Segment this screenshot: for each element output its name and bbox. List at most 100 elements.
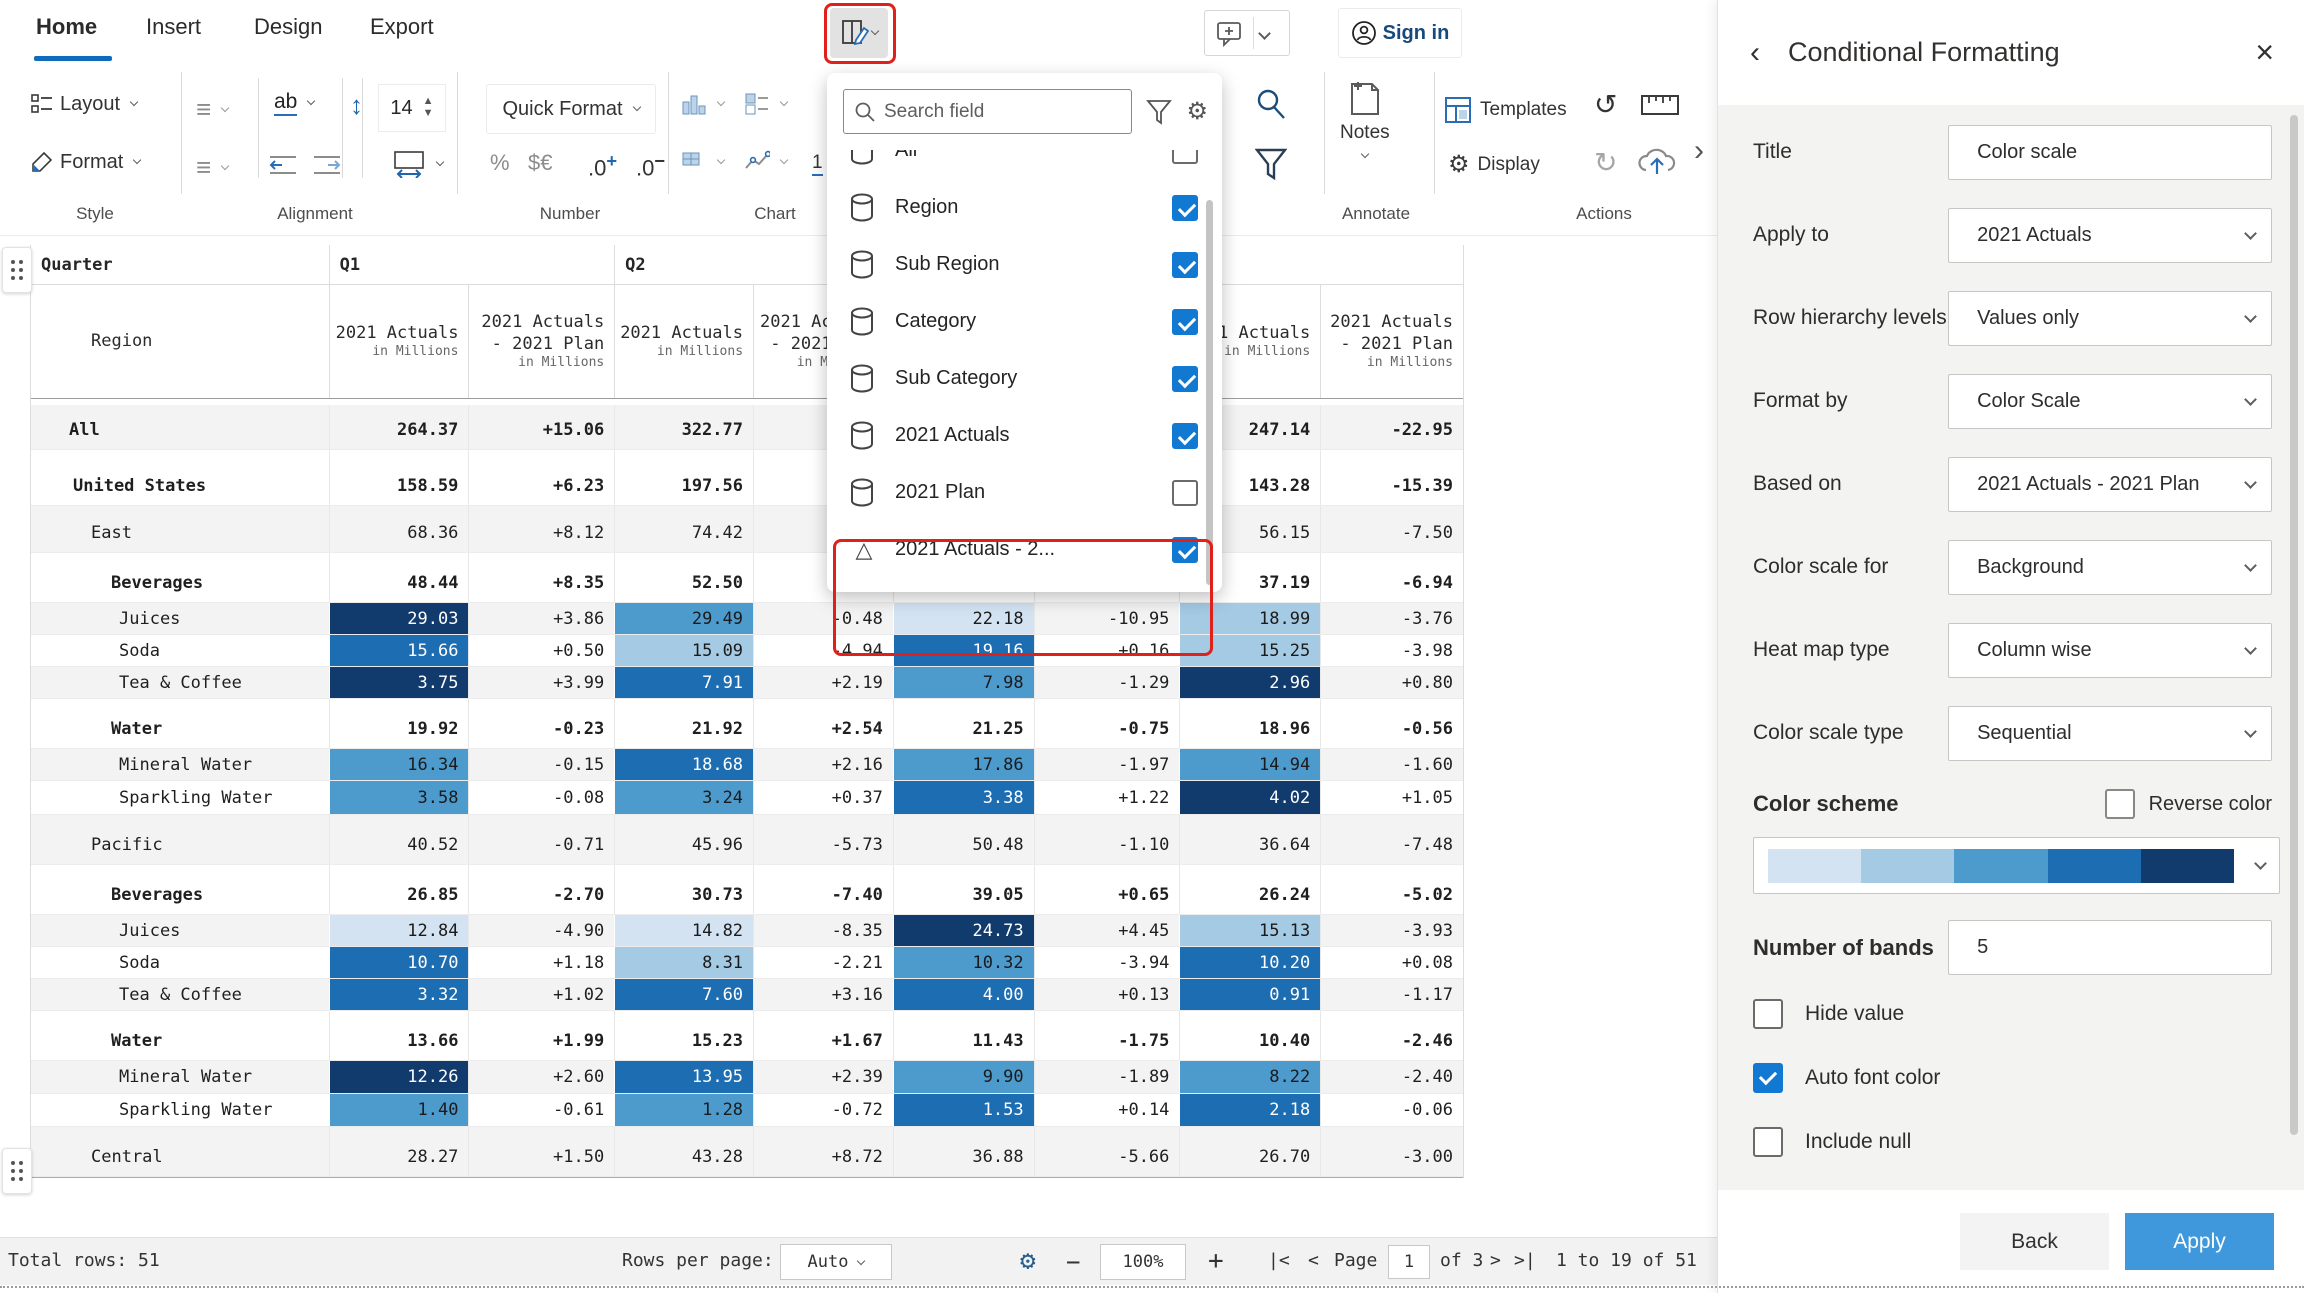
row-label[interactable]: Tea & Coffee	[31, 979, 329, 1010]
color-scale-type-select[interactable]: Sequential	[1948, 706, 2272, 761]
table-cell[interactable]: 7.91	[614, 667, 753, 698]
field-checkbox[interactable]	[1172, 537, 1198, 563]
increase-decimal-button[interactable]: .0+	[588, 150, 617, 181]
table-cell[interactable]: 10.70	[329, 947, 469, 978]
table-cell[interactable]: 8.22	[1179, 1061, 1320, 1093]
checkbox[interactable]	[1753, 1063, 1783, 1093]
table-cell[interactable]: 50.48	[893, 815, 1034, 864]
currency-format-button[interactable]: $€	[528, 150, 552, 176]
page-number-input[interactable]: 1	[1388, 1245, 1430, 1279]
row-label[interactable]: Beverages	[31, 865, 329, 914]
row-label[interactable]: Mineral Water	[31, 1061, 329, 1093]
color-scheme-select[interactable]	[1753, 837, 2280, 894]
table-cell[interactable]: 3.32	[329, 979, 469, 1010]
zoom-out-button[interactable]: −	[1066, 1248, 1080, 1276]
table-cell[interactable]: 26.85	[329, 865, 469, 914]
table-cell[interactable]: -4.94	[753, 635, 893, 666]
table-cell[interactable]: -0.72	[753, 1094, 893, 1126]
field-item-2021-plan[interactable]: 2021 Plan	[827, 464, 1222, 521]
bar-chart-button[interactable]	[681, 92, 724, 116]
reverse-color-checkbox[interactable]	[2105, 789, 2135, 819]
ruler-icon[interactable]	[1640, 92, 1680, 118]
table-cell[interactable]: -0.23	[468, 699, 614, 748]
table-cell[interactable]: -6.94	[1320, 553, 1463, 602]
tab-export[interactable]: Export	[370, 14, 434, 40]
table-cell[interactable]: -0.75	[1034, 699, 1180, 748]
table-cell[interactable]: 39.05	[893, 865, 1034, 914]
table-cell[interactable]: +6.23	[468, 450, 614, 505]
table-cell[interactable]: -5.66	[1034, 1127, 1180, 1176]
column-chart-button[interactable]	[744, 92, 787, 116]
table-cell[interactable]: 26.70	[1179, 1127, 1320, 1176]
checkbox[interactable]	[1753, 999, 1783, 1029]
table-cell[interactable]: 30.73	[614, 865, 753, 914]
table-cell[interactable]: 9.90	[893, 1061, 1034, 1093]
comment-dropdown-chevron[interactable]	[1258, 27, 1271, 40]
table-cell[interactable]: +0.65	[1034, 865, 1180, 914]
cloud-upload-icon[interactable]	[1636, 146, 1678, 178]
table-cell[interactable]: +1.99	[468, 1011, 614, 1060]
row-label[interactable]: Tea & Coffee	[31, 667, 329, 698]
table-cell[interactable]: 74.42	[614, 506, 753, 552]
row-label[interactable]: Soda	[31, 947, 329, 978]
search-icon[interactable]	[1253, 86, 1289, 122]
table-cell[interactable]: +1.05	[1320, 781, 1463, 814]
tab-insert[interactable]: Insert	[146, 14, 201, 40]
table-cell[interactable]: -3.93	[1320, 915, 1463, 946]
checkbox[interactable]	[1753, 1127, 1783, 1157]
table-cell[interactable]: 22.18	[893, 603, 1034, 634]
table-cell[interactable]: 18.68	[614, 749, 753, 780]
table-cell[interactable]: 12.26	[329, 1061, 469, 1093]
field-checkbox[interactable]	[1172, 480, 1198, 506]
table-cell[interactable]: +2.19	[753, 667, 893, 698]
corner-header[interactable]: Quarter	[31, 245, 329, 284]
font-size-stepper[interactable]: 14 ▲▼	[378, 84, 446, 132]
field-item-sub-category[interactable]: Sub Category	[827, 350, 1222, 407]
measure-header[interactable]: 2021 Actualsin Millions	[329, 285, 469, 398]
table-cell[interactable]: 18.99	[1179, 603, 1320, 634]
table-cell[interactable]: 2.18	[1179, 1094, 1320, 1126]
table-cell[interactable]: 40.52	[329, 815, 469, 864]
table-cell[interactable]: 13.95	[614, 1061, 753, 1093]
table-cell[interactable]: 158.59	[329, 450, 469, 505]
merge-cells-button[interactable]	[392, 150, 443, 178]
table-cell[interactable]: 3.58	[329, 781, 469, 814]
table-cell[interactable]: -2.46	[1320, 1011, 1463, 1060]
table-cell[interactable]: 19.92	[329, 699, 469, 748]
layout-button[interactable]: Layout	[30, 92, 137, 116]
zoom-level-box[interactable]: 100%	[1100, 1244, 1186, 1280]
table-cell[interactable]: 68.36	[329, 506, 469, 552]
table-cell[interactable]: 48.44	[329, 553, 469, 602]
indent-increase-icon[interactable]	[312, 154, 342, 176]
table-cell[interactable]: -1.17	[1320, 979, 1463, 1010]
table-cell[interactable]: 14.94	[1179, 749, 1320, 780]
pager-next-button[interactable]: >	[1490, 1250, 1501, 1271]
table-cell[interactable]: -1.75	[1034, 1011, 1180, 1060]
table-cell[interactable]: 21.25	[893, 699, 1034, 748]
table-cell[interactable]: -2.21	[753, 947, 893, 978]
templates-button[interactable]: Templates	[1444, 96, 1567, 124]
close-icon[interactable]: ×	[2255, 34, 2274, 71]
table-cell[interactable]: 15.25	[1179, 635, 1320, 666]
table-cell[interactable]: 264.37	[329, 405, 469, 449]
table-cell[interactable]: 36.88	[893, 1127, 1034, 1176]
table-cell[interactable]: +0.50	[468, 635, 614, 666]
table-cell[interactable]: 24.73	[893, 915, 1034, 946]
quarter-group-header[interactable]: Q1	[329, 245, 615, 284]
table-cell[interactable]: +1.18	[468, 947, 614, 978]
dropdown-scrollbar[interactable]	[1206, 200, 1213, 585]
table-cell[interactable]: +0.13	[1034, 979, 1180, 1010]
table-cell[interactable]: 45.96	[614, 815, 753, 864]
number-of-bands-input[interactable]: 5	[1948, 920, 2272, 975]
table-cell[interactable]: +4.45	[1034, 915, 1180, 946]
table-cell[interactable]: 12.84	[329, 915, 469, 946]
panel-scrollbar[interactable]	[2290, 115, 2298, 1135]
table-cell[interactable]: 11.43	[893, 1011, 1034, 1060]
table-cell[interactable]: 15.23	[614, 1011, 753, 1060]
percent-format-button[interactable]: %	[490, 150, 510, 176]
table-cell[interactable]: -2.70	[468, 865, 614, 914]
table-cell[interactable]: +1.02	[468, 979, 614, 1010]
text-orientation-button[interactable]: ab	[274, 90, 314, 116]
heat-map-type-select[interactable]: Column wise	[1948, 623, 2272, 678]
region-header[interactable]: Region	[31, 285, 329, 398]
